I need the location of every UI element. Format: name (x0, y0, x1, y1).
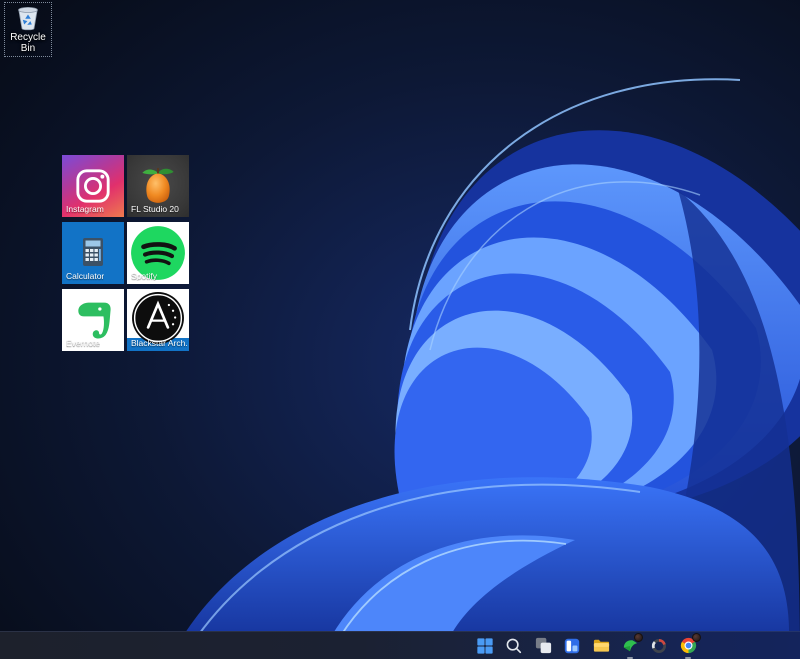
tile-label: FL Studio 20 (131, 204, 179, 214)
recycle-bin-icon (14, 4, 42, 31)
tile-spotify[interactable]: Spotify (127, 222, 189, 284)
search-icon (505, 637, 523, 655)
taskbar-search-button[interactable] (503, 633, 525, 659)
taskbar-green-app-button[interactable] (619, 633, 641, 659)
tile-calculator[interactable]: Calculator (62, 222, 124, 284)
taskbar-file-explorer-button[interactable] (590, 633, 612, 659)
taskbar (0, 631, 800, 659)
taskbar-widgets-button[interactable] (561, 633, 583, 659)
windows-start-icon (476, 637, 494, 655)
taskbar-task-view-button[interactable] (532, 633, 554, 659)
tile-blackstar[interactable]: Blackstar Arch... (127, 289, 189, 351)
taskbar-start-button[interactable] (474, 633, 496, 659)
tile-evernote[interactable]: Evernote (62, 289, 124, 351)
tile-label: Blackstar Arch... (131, 338, 187, 348)
recycle-bin-shortcut[interactable]: Recycle Bin (4, 2, 52, 57)
fl-studio-fruit-icon (135, 162, 181, 210)
running-indicator (685, 657, 691, 659)
tile-label: Spotify (131, 271, 157, 281)
tile-label: Evernote (66, 338, 100, 348)
running-indicator (627, 657, 633, 659)
notification-badge (692, 633, 701, 642)
desktop: Recycle Bin Instagram (0, 0, 800, 659)
tile-instagram[interactable]: Instagram (62, 155, 124, 217)
widgets-icon (563, 637, 581, 655)
ring-app-icon (650, 637, 668, 655)
notification-badge (634, 633, 643, 642)
blackstar-circle-a-icon (131, 291, 185, 345)
taskbar-icon-row (474, 632, 699, 659)
file-explorer-folder-icon (592, 636, 611, 655)
task-view-icon (534, 636, 553, 655)
taskbar-ring-app-button[interactable] (648, 633, 670, 659)
app-tile-grid: Instagram FL S (62, 155, 189, 351)
recycle-bin-label: Recycle Bin (5, 32, 51, 54)
tile-label: Instagram (66, 204, 104, 214)
tile-label: Calculator (66, 271, 104, 281)
taskbar-chrome-button[interactable] (677, 633, 699, 659)
tile-fl-studio[interactable]: FL Studio 20 (127, 155, 189, 217)
evernote-elephant-icon (71, 298, 115, 342)
calculator-icon (73, 233, 113, 273)
